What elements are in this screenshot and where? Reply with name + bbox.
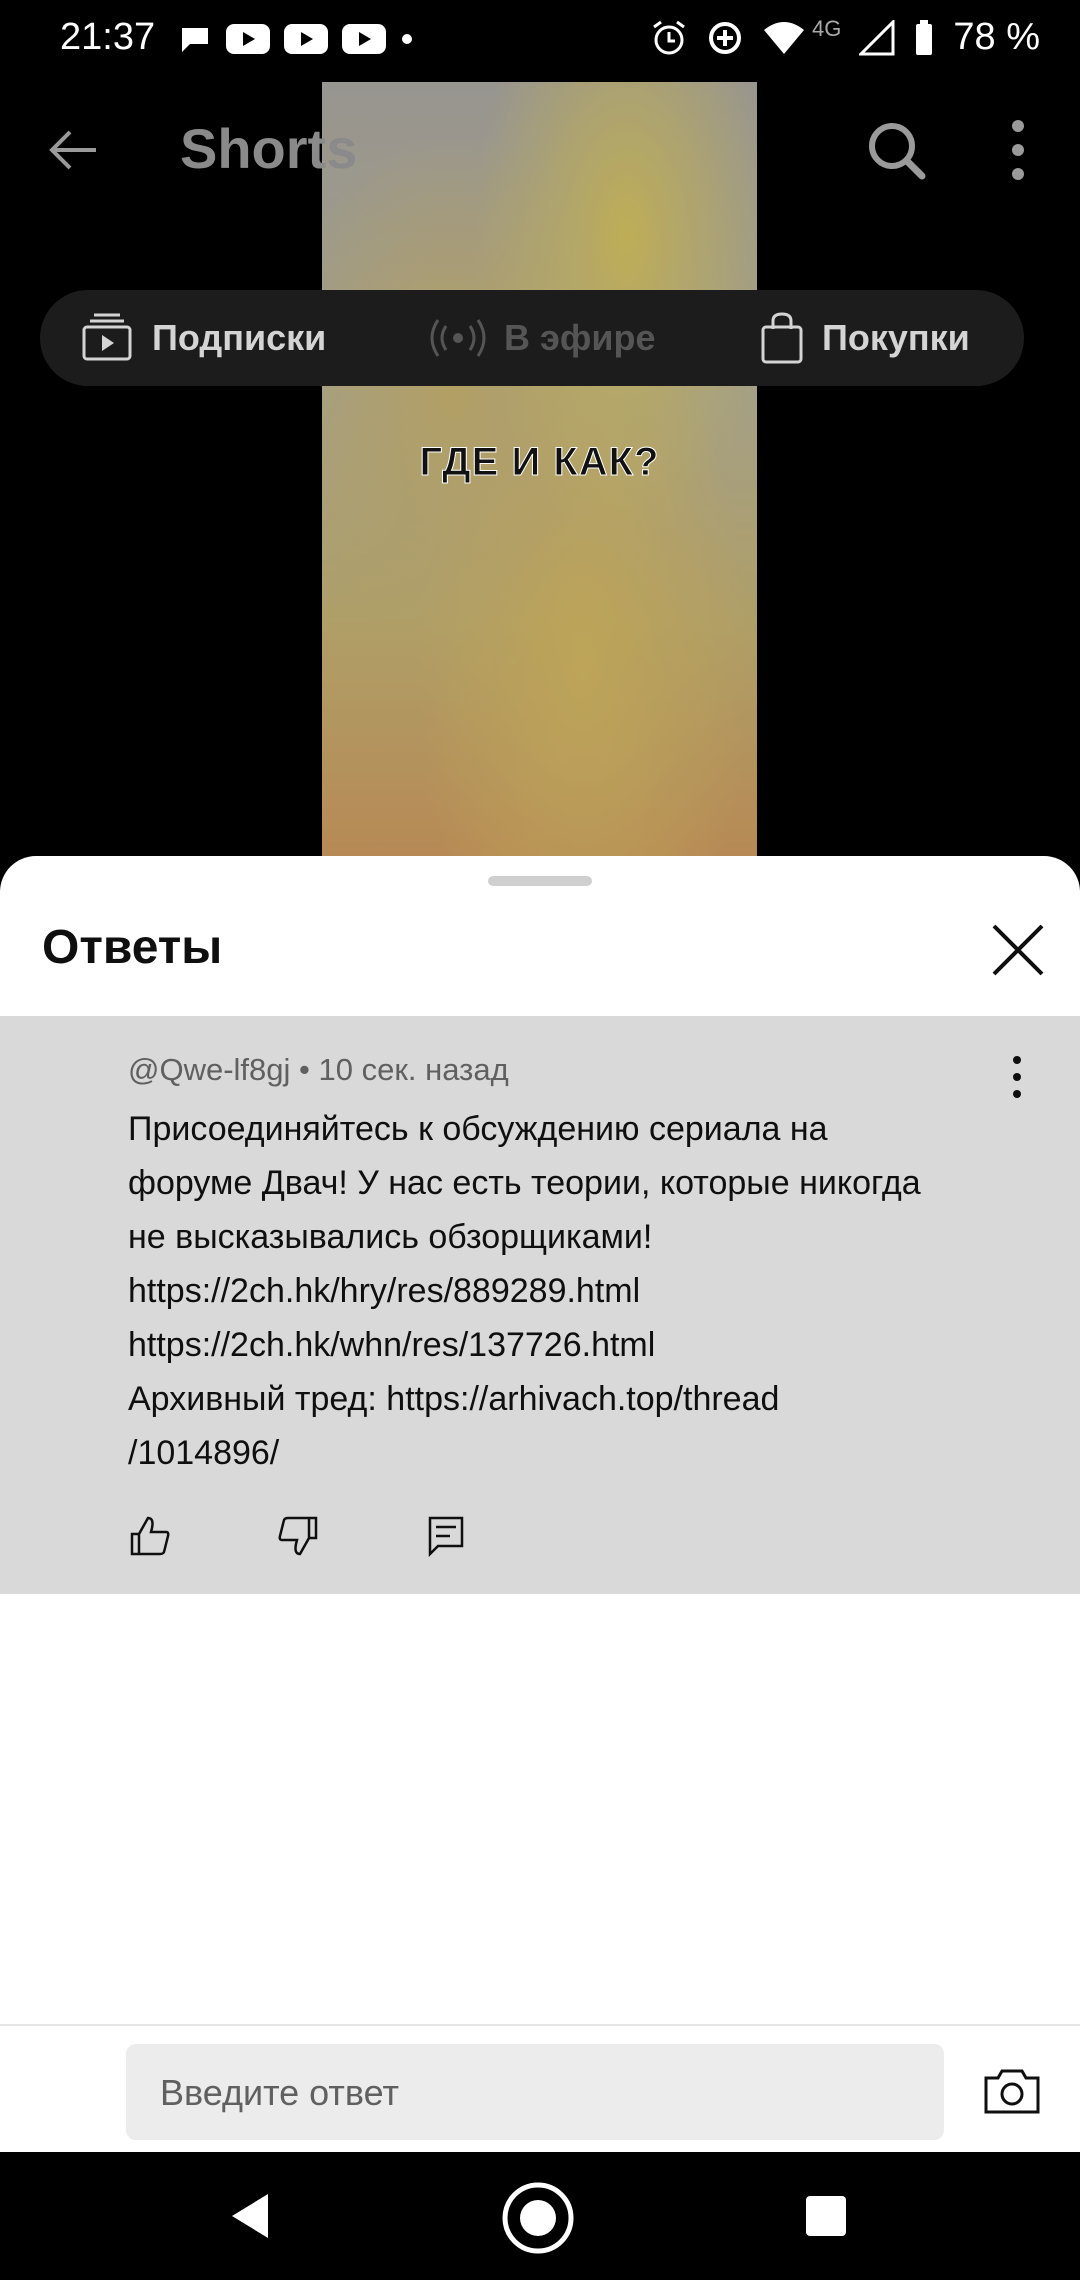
cell-signal-icon — [859, 19, 895, 55]
comment-link[interactable]: https://2ch.hk/hry/res/889289.html — [128, 1264, 1028, 1318]
data-saver-icon — [709, 21, 742, 54]
comment-time: 10 сек. назад — [318, 1052, 509, 1087]
comment-item: @Qwe-lf8gj • 10 сек. назад Присоединяйте… — [0, 1016, 1080, 1594]
alarm-icon — [653, 20, 685, 54]
camera-icon[interactable] — [982, 2062, 1042, 2122]
comment-line[interactable]: Архивный тред: https://arhivach.top/thre… — [128, 1372, 1028, 1426]
chip-shopping-label: Покупки — [822, 317, 970, 358]
nav-recents-icon[interactable] — [806, 2196, 846, 2236]
chip-live[interactable]: В эфире — [430, 290, 656, 386]
top-app-bar: Shorts — [0, 80, 1080, 220]
system-nav-bar — [0, 2152, 1080, 2280]
youtube-notification-icon — [226, 24, 270, 54]
chip-shopping[interactable]: Покупки — [760, 290, 970, 386]
reply-input-placeholder: Введите ответ — [160, 2072, 399, 2113]
back-arrow-icon[interactable] — [44, 120, 104, 180]
clock: 21:37 — [60, 16, 156, 58]
replies-bottom-sheet: Ответы @Qwe-lf8gj • 10 сек. назад Присое… — [0, 856, 1080, 2152]
comment-meta: @Qwe-lf8gj • 10 сек. назад — [128, 1052, 509, 1088]
comment-line: Присоединяйтесь к обсуждению сериала на — [128, 1110, 828, 1148]
comment-more-icon[interactable] — [1000, 1052, 1034, 1102]
shorts-filter-chips: Подписки В эфире Покупки — [40, 290, 1024, 386]
chip-live-label: В эфире — [504, 317, 656, 358]
battery-icon — [916, 19, 933, 55]
chip-subscriptions[interactable]: Подписки — [80, 290, 326, 386]
shopping-bag-icon — [761, 312, 803, 364]
chat-notification-icon — [182, 28, 208, 52]
subscriptions-icon — [82, 313, 132, 361]
comment-link[interactable]: https://2ch.hk/whn/res/137726.html — [128, 1318, 1028, 1372]
more-notifications-dot-icon — [402, 34, 412, 44]
wifi-icon — [764, 21, 805, 54]
divider — [0, 2024, 1080, 2026]
more-vert-icon[interactable] — [998, 114, 1038, 186]
youtube-notification-icon — [342, 24, 386, 54]
status-bar: 21:37 4G 78 % — [0, 0, 1080, 80]
comment-line: не высказывались обзорщиками! — [128, 1218, 653, 1256]
like-icon[interactable] — [128, 1514, 172, 1558]
video-caption: ГДЕ И КАК? — [419, 440, 660, 485]
search-icon[interactable] — [860, 114, 932, 186]
drag-handle[interactable] — [488, 876, 592, 886]
youtube-notification-icon — [284, 24, 328, 54]
sheet-title: Ответы — [42, 921, 223, 974]
notification-icons — [178, 22, 414, 56]
reply-input[interactable]: Введите ответ — [126, 2044, 944, 2140]
meta-separator: • — [299, 1052, 310, 1087]
comment-author[interactable]: @Qwe-lf8gj — [128, 1052, 290, 1087]
comment-line: форуме Двач! У нас есть теории, которые … — [128, 1164, 921, 1202]
chip-subscriptions-label: Подписки — [152, 317, 327, 358]
page-title: Shorts — [180, 117, 358, 180]
dislike-icon[interactable] — [276, 1514, 320, 1558]
reply-icon[interactable] — [424, 1514, 468, 1558]
comment-line[interactable]: /1014896/ — [128, 1426, 1028, 1480]
network-type-label: 4G — [812, 15, 842, 41]
battery-level: 78 % — [953, 16, 1040, 58]
comment-actions — [128, 1514, 468, 1558]
live-broadcast-icon — [430, 319, 486, 357]
close-icon[interactable] — [988, 920, 1048, 980]
comment-text: Присоединяйтесь к обсуждению сериала на … — [128, 1102, 1028, 1480]
nav-back-icon[interactable] — [228, 2192, 272, 2240]
nav-home-icon[interactable] — [500, 2180, 576, 2256]
